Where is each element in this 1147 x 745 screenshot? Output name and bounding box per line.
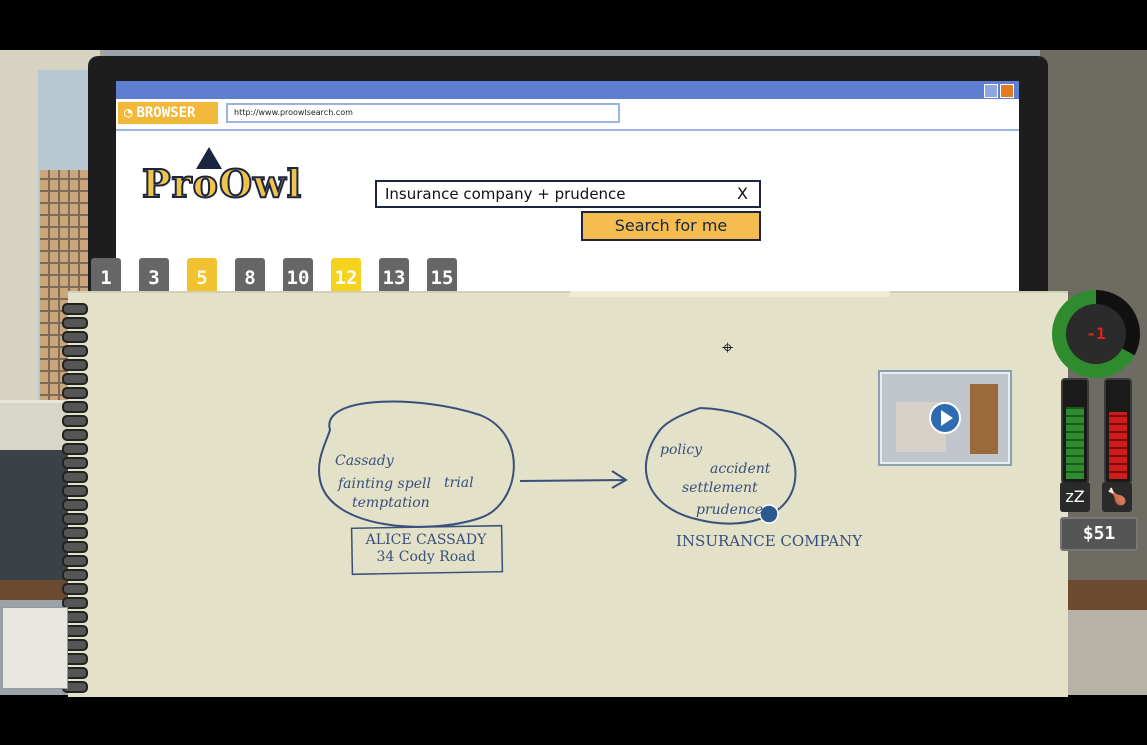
energy-meter xyxy=(1061,378,1089,484)
note-word[interactable]: fainting spell xyxy=(338,476,431,492)
note-word[interactable]: accident xyxy=(710,461,770,477)
play-icon[interactable] xyxy=(929,402,961,434)
note-word[interactable]: Cassady xyxy=(335,453,394,469)
note-word[interactable]: temptation xyxy=(352,495,430,511)
clock-face: -1 xyxy=(1066,304,1126,364)
company-label[interactable]: INSURANCE COMPANY xyxy=(676,532,862,550)
note-word[interactable]: policy xyxy=(660,442,702,458)
time-clock: -1 xyxy=(1052,290,1140,378)
sleep-icon[interactable]: zZ xyxy=(1060,482,1090,512)
clock-value: -1 xyxy=(1086,324,1106,343)
note-word[interactable]: trial xyxy=(444,475,474,491)
hunger-meter-fill xyxy=(1109,412,1127,479)
person-card[interactable]: ALICE CASSADY 34 Cody Road xyxy=(356,532,496,566)
food-icon[interactable]: 🍗 xyxy=(1102,482,1132,512)
person-address: 34 Cody Road xyxy=(376,549,476,565)
hunger-meter xyxy=(1104,378,1132,484)
note-word[interactable]: settlement xyxy=(682,480,758,496)
thumbnail-door xyxy=(970,384,998,454)
sketch-doodle xyxy=(2,607,68,689)
energy-meter-fill xyxy=(1066,407,1084,479)
video-thumbnail[interactable] xyxy=(880,372,1010,464)
crosshair-cursor-icon: ⌖ xyxy=(722,335,734,359)
note-word[interactable]: prudence xyxy=(696,502,763,518)
connector-arrow xyxy=(519,470,628,489)
person-name: ALICE CASSADY xyxy=(365,532,487,548)
money-counter: $51 xyxy=(1060,517,1138,551)
